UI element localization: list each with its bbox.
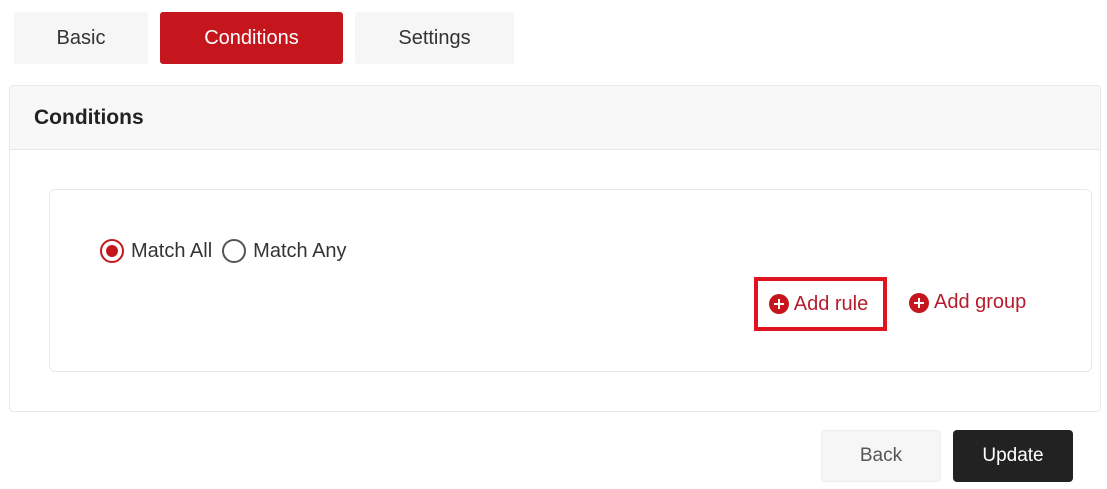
match-type-radio-group: Match All Match Any	[100, 239, 357, 263]
add-rule-button[interactable]: Add rule	[754, 277, 887, 331]
tab-basic[interactable]: Basic	[14, 12, 148, 64]
plus-circle-icon	[768, 294, 789, 314]
match-all-radio[interactable]	[100, 239, 124, 263]
conditions-panel: Conditions Match All Match Any Add rule …	[9, 85, 1101, 412]
plus-circle-icon	[909, 292, 929, 313]
tab-settings[interactable]: Settings	[355, 12, 514, 64]
match-any-radio[interactable]	[222, 239, 247, 263]
tab-conditions[interactable]: Conditions	[160, 12, 343, 64]
add-group-label: Add group	[934, 291, 1027, 313]
conditions-editor: Basic Conditions Settings Conditions Mat…	[0, 0, 1107, 489]
match-all-option[interactable]: Match All	[100, 239, 212, 263]
match-any-option[interactable]: Match Any	[222, 239, 347, 263]
update-button[interactable]: Update	[953, 430, 1073, 482]
match-all-label: Match All	[131, 239, 213, 262]
panel-title: Conditions	[10, 86, 1100, 150]
rule-group-box: Match All Match Any Add rule Add group	[49, 189, 1092, 372]
match-any-label: Match Any	[253, 239, 347, 262]
back-button[interactable]: Back	[821, 430, 941, 482]
add-group-button[interactable]: Add group	[909, 291, 1026, 314]
add-rule-label: Add rule	[793, 292, 869, 315]
